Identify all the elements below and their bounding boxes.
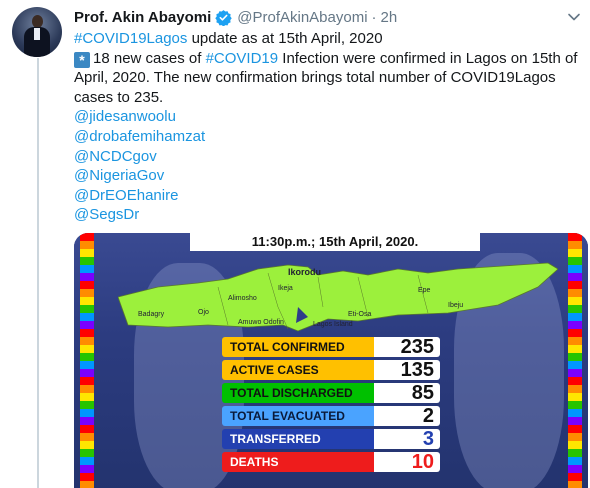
rainbow-stripe-left <box>80 233 94 488</box>
mention-jidesanwoolu[interactable]: @jidesanwoolu <box>74 107 586 127</box>
stat-value: 235 <box>374 337 440 357</box>
map-label-ibeju: Ibeju <box>448 302 464 309</box>
chevron-down-icon[interactable] <box>567 10 581 24</box>
map-label-amuwo: Amuwo Odofin <box>238 319 284 326</box>
stat-label: DEATHS <box>222 452 374 472</box>
stat-row: DEATHS 10 <box>222 452 440 472</box>
verified-badge-icon <box>215 9 232 26</box>
avatar[interactable] <box>12 7 62 57</box>
hashtag-covid19lagos[interactable]: #COVID19Lagos <box>74 30 187 47</box>
stat-row: TOTAL DISCHARGED 85 <box>222 383 440 403</box>
map-label-epe: Epe <box>418 287 431 294</box>
stat-row: TRANSFERRED 3 <box>222 429 440 449</box>
lagos-map: Ikorodu Epe Ibeju Badagry Ojo Ikeja Eti-… <box>117 247 559 333</box>
mention-nigeriagov[interactable]: @NigeriaGov <box>74 166 586 186</box>
rainbow-stripe-right <box>568 233 582 488</box>
stat-row: ACTIVE CASES 135 <box>222 360 440 380</box>
mention-ncdcgov[interactable]: @NCDCgov <box>74 147 586 167</box>
tweet-header: Prof. Akin Abayomi @ProfAkinAbayomi · 2h <box>74 6 397 28</box>
tweet-line-1-text: update as at 15th April, 2020 <box>187 30 383 47</box>
display-name[interactable]: Prof. Akin Abayomi <box>74 9 211 26</box>
map-label-lagos-island: Lagos Island <box>313 321 353 328</box>
mention-segsdr[interactable]: @SegsDr <box>74 205 586 225</box>
map-label-ojo: Ojo <box>198 309 209 316</box>
tweet-timestamp[interactable]: 2h <box>381 9 398 26</box>
stat-label: TRANSFERRED <box>222 429 374 449</box>
stat-label: ACTIVE CASES <box>222 360 374 380</box>
stat-row: TOTAL CONFIRMED 235 <box>222 337 440 357</box>
stat-value: 10 <box>374 452 440 472</box>
tweet-media-image[interactable]: 11:30p.m.; 15th April, 2020. Ikorodu Epe… <box>74 233 588 488</box>
tweet[interactable]: Prof. Akin Abayomi @ProfAkinAbayomi · 2h… <box>0 0 590 488</box>
avatar-shirt <box>34 28 40 40</box>
hashtag-covid19[interactable]: #COVID19 <box>206 50 279 67</box>
map-label-ikorodu: Ikorodu <box>288 267 321 277</box>
stat-label: TOTAL EVACUATED <box>222 406 374 426</box>
user-handle[interactable]: @ProfAkinAbayomi <box>237 9 367 26</box>
separator-dot: · <box>371 8 377 26</box>
map-label-eti-osa: Eti-Osa <box>348 311 372 318</box>
asterisk-emoji-icon: * <box>74 51 90 68</box>
stat-row: TOTAL EVACUATED 2 <box>222 406 440 426</box>
map-label-alimosho: Alimosho <box>228 295 257 302</box>
stat-value: 3 <box>374 429 440 449</box>
tweet-line-2: * 18 new cases of #COVID19 Infection were… <box>74 49 586 108</box>
tweet-text: #COVID19Lagos update as at 15th April, 2… <box>74 29 586 225</box>
stats-table: TOTAL CONFIRMED 235 ACTIVE CASES 135 TOTAL D… <box>222 337 440 475</box>
thread-line <box>37 58 39 488</box>
stat-value: 135 <box>374 360 440 380</box>
map-label-badagry: Badagry <box>138 311 165 318</box>
stat-value: 85 <box>374 383 440 403</box>
mention-drobafemihamzat[interactable]: @drobafemihamzat <box>74 127 586 147</box>
stat-label: TOTAL DISCHARGED <box>222 383 374 403</box>
stat-label: TOTAL CONFIRMED <box>222 337 374 357</box>
tweet-line-2-pre: 18 new cases of <box>93 49 206 67</box>
map-label-ikeja: Ikeja <box>278 285 293 292</box>
mention-dreoehanire[interactable]: @DrEOEhanire <box>74 186 586 206</box>
tweet-line-1: #COVID19Lagos update as at 15th April, 2… <box>74 29 586 49</box>
stat-value: 2 <box>374 406 440 426</box>
